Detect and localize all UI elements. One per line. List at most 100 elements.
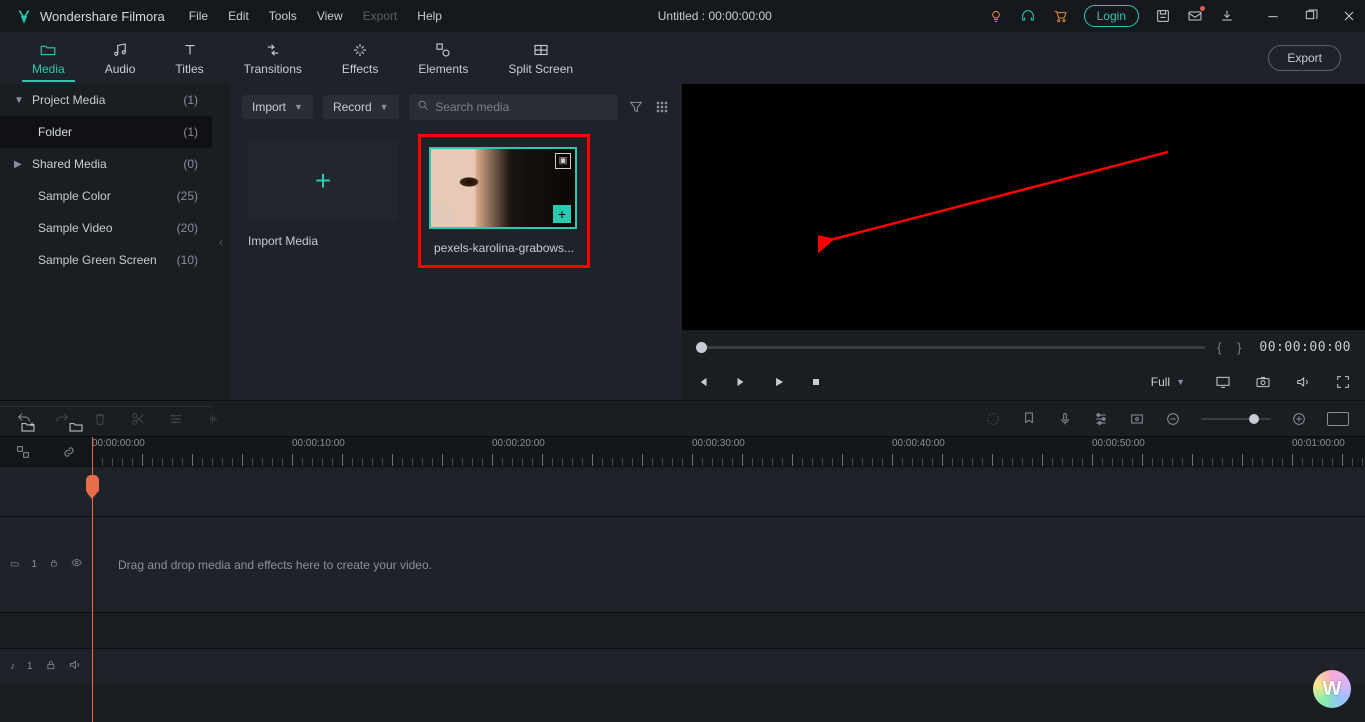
headphones-icon[interactable]: [1020, 8, 1036, 24]
download-icon[interactable]: [1219, 8, 1235, 24]
crop-icon[interactable]: ◱: [435, 207, 451, 223]
playhead-handle[interactable]: [86, 475, 99, 493]
track-number: 1: [31, 559, 37, 570]
redo-icon[interactable]: [54, 411, 70, 427]
audio-track-icon: ♪: [10, 661, 15, 672]
tab-effects[interactable]: Effects: [322, 41, 398, 76]
menu-edit[interactable]: Edit: [228, 9, 249, 23]
panel-resizer[interactable]: ‹: [212, 84, 230, 400]
save-icon[interactable]: [1155, 8, 1171, 24]
volume-icon[interactable]: [1295, 374, 1311, 390]
playhead[interactable]: [92, 437, 93, 722]
stop-icon[interactable]: [810, 376, 822, 388]
sidebar-item-label: Sample Green Screen: [38, 253, 177, 267]
sidebar-item-folder[interactable]: Folder (1): [0, 116, 212, 148]
voiceover-icon[interactable]: [1057, 411, 1073, 427]
menu-file[interactable]: File: [189, 9, 208, 23]
record-dropdown[interactable]: Record ▼: [323, 95, 399, 119]
grid-view-icon[interactable]: [654, 99, 670, 115]
zoom-in-icon[interactable]: [1291, 411, 1307, 427]
track-header: ♪ 1: [0, 649, 92, 684]
track-dropzone[interactable]: Drag and drop media and effects here to …: [92, 517, 1365, 612]
close-icon[interactable]: [1341, 8, 1357, 24]
sidebar-item-count: (1): [183, 93, 198, 107]
menu-view[interactable]: View: [317, 9, 343, 23]
sidebar-item-count: (0): [183, 157, 198, 171]
waveform-icon[interactable]: [206, 411, 222, 427]
minimize-icon[interactable]: [1265, 8, 1281, 24]
clip-thumbnail[interactable]: ▣ ◱ +: [429, 147, 577, 229]
zoom-handle[interactable]: [1249, 414, 1259, 424]
export-button[interactable]: Export: [1268, 45, 1341, 71]
folder-icon: [39, 41, 57, 59]
media-panel: Import ▼ Record ▼ + Import Media: [230, 84, 682, 400]
mute-icon[interactable]: [68, 658, 82, 675]
delete-icon[interactable]: [92, 411, 108, 427]
menu-bar: File Edit Tools View Export Help: [189, 9, 442, 23]
frame-icon[interactable]: [1129, 411, 1145, 427]
link-icon[interactable]: [61, 444, 77, 460]
tab-media[interactable]: Media: [12, 41, 85, 76]
tab-titles[interactable]: Titles: [155, 41, 223, 76]
zoom-slider[interactable]: [1201, 418, 1271, 420]
visibility-icon[interactable]: [71, 557, 82, 571]
sidebar-item-shared-media[interactable]: ▶ Shared Media (0): [0, 148, 212, 180]
search-media[interactable]: [409, 94, 618, 120]
fullscreen-icon[interactable]: [1335, 374, 1351, 390]
mail-icon[interactable]: [1187, 8, 1203, 24]
media-controls: Import ▼ Record ▼: [242, 94, 670, 120]
menu-help[interactable]: Help: [417, 9, 442, 23]
next-frame-icon[interactable]: [734, 375, 748, 389]
sidebar-item-sample-color[interactable]: Sample Color (25): [0, 180, 212, 212]
zoom-fit-icon[interactable]: [1327, 412, 1349, 426]
sidebar-item-project-media[interactable]: ▼ Project Media (1): [0, 84, 212, 116]
marker-icon[interactable]: [1021, 411, 1037, 427]
sidebar-item-sample-video[interactable]: Sample Video (20): [0, 212, 212, 244]
ruler-track[interactable]: 00:00:00:00 00:00:10:00 00:00:20:00 00:0…: [92, 437, 1365, 466]
zoom-out-icon[interactable]: [1165, 411, 1181, 427]
display-icon[interactable]: [1215, 374, 1231, 390]
adjust-icon[interactable]: [168, 411, 184, 427]
lock-icon[interactable]: [49, 558, 59, 571]
login-button[interactable]: Login: [1084, 5, 1139, 27]
titlebar: Wondershare Filmora File Edit Tools View…: [0, 0, 1365, 32]
import-dropdown[interactable]: Import ▼: [242, 95, 313, 119]
lock-icon[interactable]: [45, 659, 57, 674]
render-icon[interactable]: [985, 411, 1001, 427]
tab-split-screen[interactable]: Split Screen: [488, 41, 593, 76]
scrub-handle[interactable]: [696, 342, 707, 353]
play-icon[interactable]: [772, 375, 786, 389]
search-input[interactable]: [435, 100, 610, 114]
sidebar-item-count: (25): [177, 189, 198, 203]
track-options-icon[interactable]: [15, 444, 31, 460]
sidebar-item-sample-green[interactable]: Sample Green Screen (10): [0, 244, 212, 276]
audio-track[interactable]: ♪ 1: [0, 648, 1365, 684]
cart-icon[interactable]: [1052, 8, 1068, 24]
preview-screen[interactable]: [682, 84, 1365, 330]
fit-dropdown[interactable]: Full ▼: [1145, 372, 1191, 392]
tab-elements[interactable]: Elements: [398, 41, 488, 76]
menu-tools[interactable]: Tools: [269, 9, 297, 23]
cut-icon[interactable]: [130, 411, 146, 427]
filter-icon[interactable]: [628, 99, 644, 115]
video-track[interactable]: ▭ 1 Drag and drop media and effects here…: [0, 516, 1365, 612]
mixer-icon[interactable]: [1093, 411, 1109, 427]
audio-track-body[interactable]: [92, 649, 1365, 684]
maximize-icon[interactable]: [1303, 8, 1319, 24]
snapshot-icon[interactable]: [1255, 374, 1271, 390]
tab-transitions[interactable]: Transitions: [224, 41, 322, 76]
brackets-icon[interactable]: { }: [1217, 340, 1247, 355]
open-folder-icon[interactable]: [68, 419, 84, 435]
tab-audio[interactable]: Audio: [85, 41, 156, 76]
media-clip[interactable]: ▣ ◱ + pexels-karolina-grabows...: [429, 147, 579, 255]
add-to-timeline-icon[interactable]: +: [553, 205, 571, 223]
undo-icon[interactable]: [16, 411, 32, 427]
import-media-tile[interactable]: + Import Media: [248, 140, 398, 268]
ruler-tick: 00:01:00:00: [1292, 438, 1345, 449]
prev-frame-icon[interactable]: [696, 375, 710, 389]
lightbulb-icon[interactable]: [988, 8, 1004, 24]
sidebar-item-label: Shared Media: [32, 157, 183, 171]
tab-label: Effects: [342, 62, 378, 76]
scrub-track[interactable]: [696, 346, 1205, 349]
resize-icon[interactable]: ▣: [555, 153, 571, 169]
